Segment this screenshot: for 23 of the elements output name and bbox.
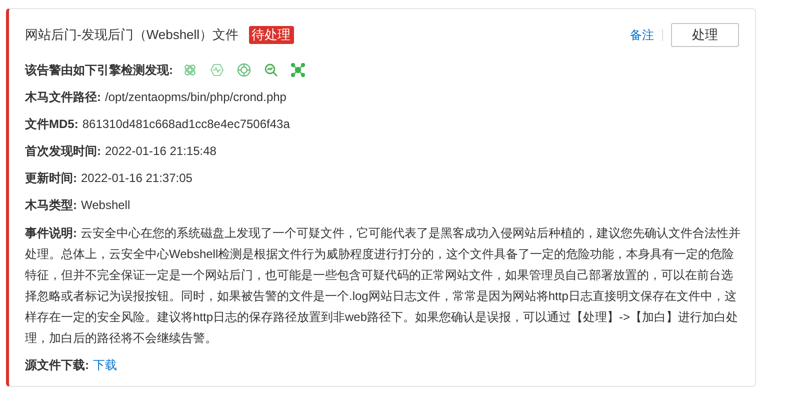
download-link[interactable]: 下载	[93, 356, 117, 374]
field-value: 2022-01-16 21:37:05	[81, 170, 192, 187]
status-badge: 待处理	[248, 26, 294, 44]
field-label: 木马类型:	[25, 197, 77, 214]
event-description: 事件说明: 云安全中心在您的系统磁盘上发现了一个可疑文件，它可能代表了是黑客成功入侵网站后种植的，建议您先确认文件合法性并处理。总体上，云安全中心Webshell检测是根据文件行为威胁程度进行打分的，这个文件具备了一定的危险功能，本身具有一定的危险特征，但并不完全保证一定是一个网站后门，也可能是一些包含可疑代码的正常网站文件，如果管理员自己部署放置的，可以在前台选择忽略或者标记为误报按钮。同时，如果被告警的文件是一个.log网站日志文件，常常是因为网站将http日志直接明文保存在文件中，这样存在一定的安全风险。建议将http日志的保存路径放置到非web路径下。如果您确认是误报，可以通过【处理】->【加白】进行加白处理，加白后的路径将不会继续告警。	[25, 225, 741, 347]
crosshair-icon	[237, 63, 251, 77]
atom-icon	[183, 63, 197, 77]
field-value: 2022-01-16 21:15:48	[105, 143, 216, 160]
network-icon	[291, 63, 305, 77]
field-value: /opt/zentaopms/bin/php/crond.php	[105, 89, 286, 106]
alert-title: 网站后门-发现后门（Webshell）文件	[25, 26, 239, 44]
field-label: 文件MD5:	[25, 116, 78, 133]
field-label: 木马文件路径:	[25, 89, 101, 106]
search-chart-icon	[264, 63, 278, 77]
field-value: Webshell	[81, 197, 130, 214]
handle-button[interactable]: 处理	[671, 23, 739, 47]
engines-label: 该告警由如下引擎检测发现:	[25, 62, 173, 79]
note-link[interactable]: 备注	[630, 26, 654, 44]
download-label: 源文件下载:	[25, 357, 89, 374]
field-value: 861310d481c668ad1cc8e4ec7506f43a	[82, 116, 290, 133]
field-label: 更新时间:	[25, 170, 77, 187]
pulse-hexagon-icon	[210, 63, 224, 77]
field-label: 首次发现时间:	[25, 143, 101, 160]
